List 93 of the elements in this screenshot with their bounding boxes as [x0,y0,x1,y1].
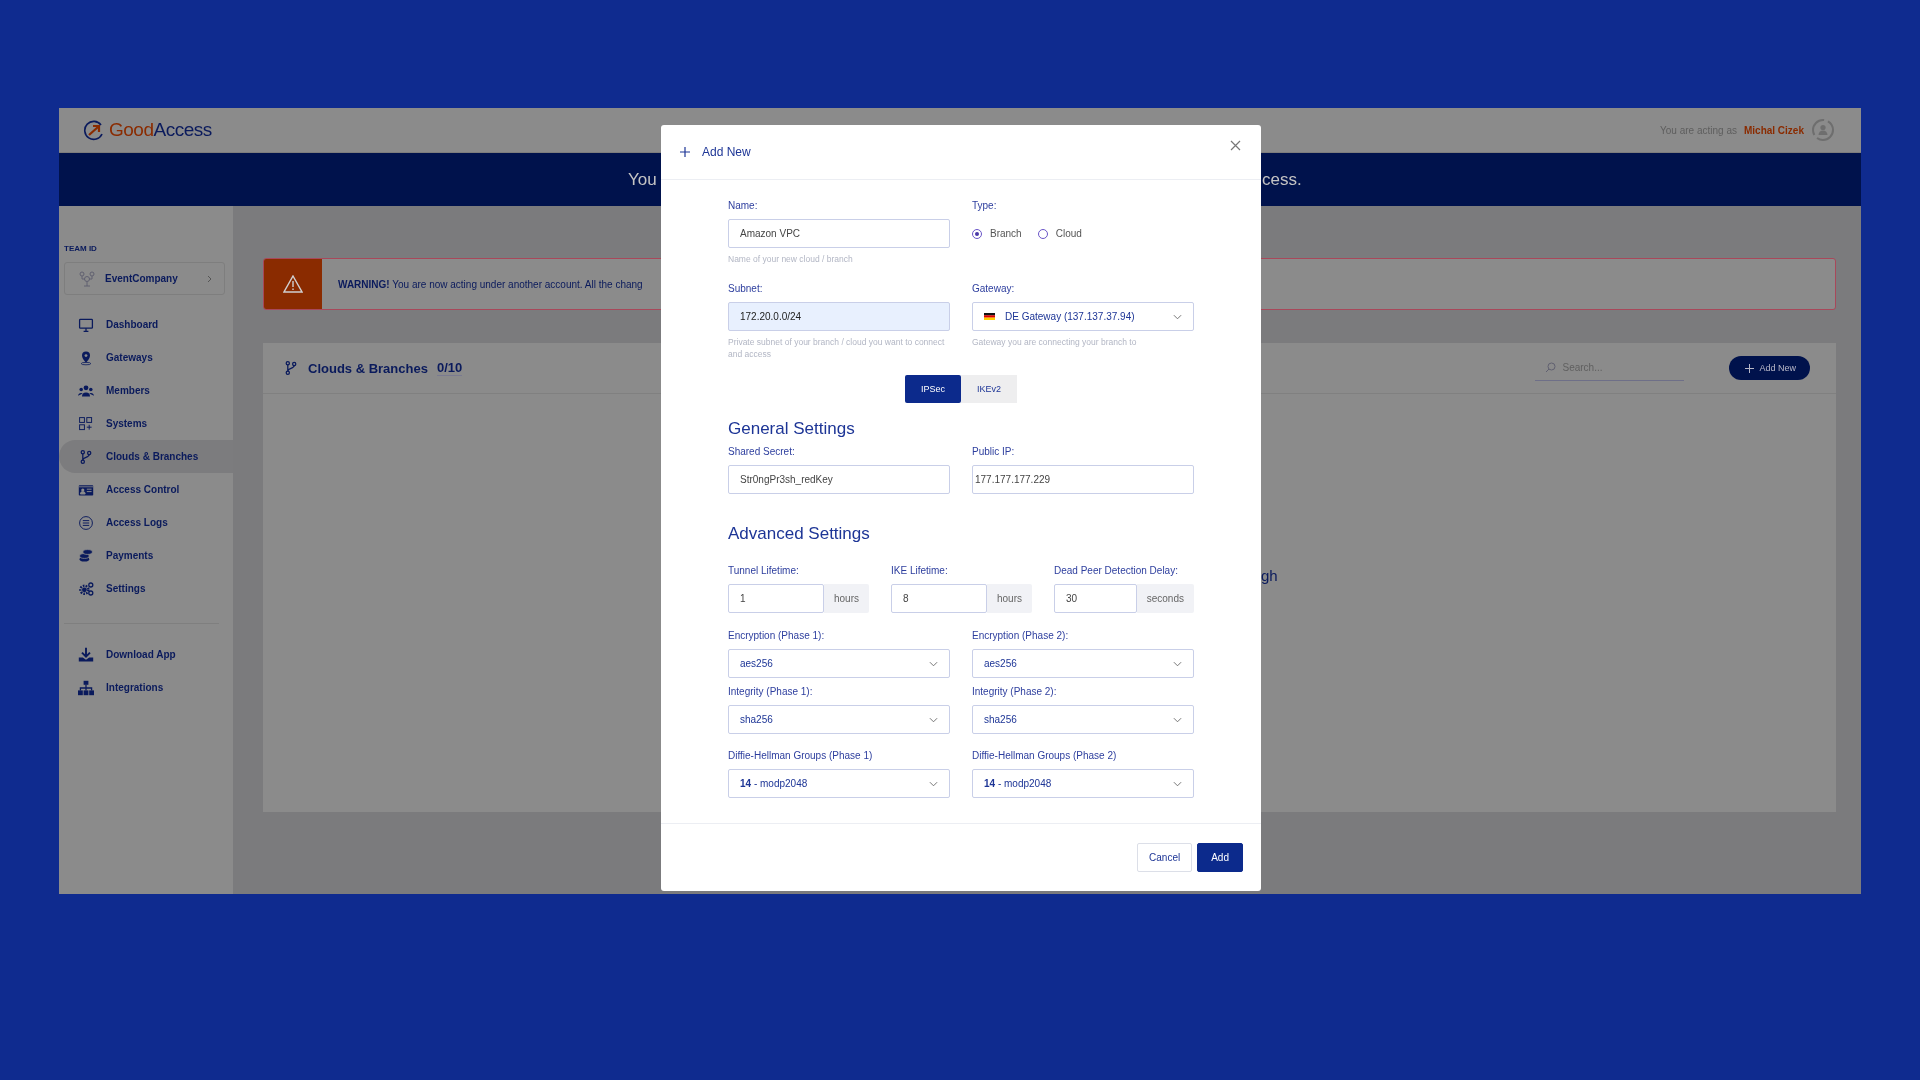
field-label: Type: [972,199,998,213]
radio-option[interactable]: Cloud [1037,228,1082,239]
field-label: Shared Secret: [728,445,796,459]
input-field[interactable]: Str0ngPr3sh_redKey [728,465,950,494]
plus-icon [680,147,690,157]
gears-icon [78,580,94,597]
sidebar-item[interactable]: Members [59,374,233,407]
sidebar-item[interactable]: Settings [59,572,233,605]
field-label: Diffie-Hellman Groups (Phase 1) [728,749,874,763]
grid-icon [78,415,94,432]
plus-icon [1745,363,1755,373]
field-label: Dead Peer Detection Delay: [1054,564,1179,578]
field-label: Subnet: [728,282,764,296]
sidebar-item[interactable]: Clouds & Branches [59,440,233,473]
chevron-icon [1173,716,1182,723]
input-field[interactable]: 8 [891,584,987,613]
banner-text: You [628,169,658,190]
dialog-title: Add New [702,145,751,159]
field-label: Encryption (Phase 1): [728,629,826,643]
select-field[interactable]: aes256 [972,649,1194,678]
branch-icon [283,360,299,376]
field-label: Name: [728,199,759,213]
radio-option[interactable]: Branch [972,228,1022,239]
branch-icon [78,448,94,465]
logo-icon [83,119,105,141]
team-selector[interactable]: EventCompany [64,262,225,295]
chevron-icon [929,716,938,723]
cancel-button[interactable]: Cancel [1137,843,1193,872]
section-label: TEAM ID [64,244,98,253]
input-field[interactable]: 30 [1054,584,1137,613]
select-field[interactable]: sha256 [728,705,950,734]
coins-icon [78,547,94,564]
chevron-icon [1173,780,1182,787]
team-icon [79,270,95,287]
section-heading: General Settings [728,418,856,440]
field-hint: Private subnet of your branch / cloud you want to connect and access [728,336,946,360]
protocol-tab[interactable]: IPSec [905,375,961,403]
chevron-icon [929,660,938,667]
chevron-icon [1173,313,1182,320]
unit-addon: hours [824,584,869,613]
select-field[interactable]: 14 - modp2048 [728,769,950,798]
map-pin-icon [78,349,94,366]
acting-user: Michal Cizek [1743,124,1804,136]
hierarchy-icon [78,679,94,696]
banner-text: cess. [1262,169,1303,190]
sidebar-item[interactable]: Download App [59,638,233,671]
field-hint: Name of your new cloud / branch [728,253,854,265]
sidebar-item[interactable]: Dashboard [59,308,233,341]
warning-icon [283,275,303,293]
monitor-icon [78,316,94,333]
sidebar-item[interactable]: Payments [59,539,233,572]
input-field[interactable]: Amazon VPC [728,219,950,248]
field-label: IKE Lifetime: [891,564,949,578]
add-button[interactable]: Add [1197,843,1243,872]
warning-text: WARNING! You are now acting under another account. All the chang [338,278,643,290]
field-label: Public IP: [972,445,1016,459]
search-icon [1545,362,1557,373]
empty-state-text: gh [1261,567,1278,584]
sidebar-item[interactable]: Systems [59,407,233,440]
download-icon [78,646,94,663]
select-field[interactable]: 14 - modp2048 [972,769,1194,798]
field-label: Tunnel Lifetime: [728,564,800,578]
select-field[interactable]: aes256 [728,649,950,678]
chevron-icon [207,274,212,283]
input-field[interactable]: 172.20.0.0/24 [728,302,950,331]
sidebar-item[interactable]: Integrations [59,671,233,704]
field-label: Encryption (Phase 2): [972,629,1070,643]
card-title: Clouds & Branches [308,360,428,376]
field-label: Integrity (Phase 2): [972,685,1058,699]
list-icon [78,514,94,531]
field-hint: Gateway you are connecting your branch to [972,336,1138,348]
input-field[interactable]: 1 [728,584,824,613]
user-switch-icon[interactable] [1811,118,1835,142]
add-new-button[interactable]: Add New [1729,356,1810,380]
unit-addon: hours [987,584,1032,613]
chevron-icon [929,780,938,787]
section-heading: Advanced Settings [728,523,871,545]
item-count: 0/10 [436,360,463,376]
chevron-icon [1173,660,1182,667]
field-label: Gateway: [972,282,1016,296]
field-label: Integrity (Phase 1): [728,685,814,699]
field-label: Diffie-Hellman Groups (Phase 2) [972,749,1118,763]
sidebar-item[interactable]: Access Logs [59,506,233,539]
sidebar-item[interactable]: Access Control [59,473,233,506]
flag-icon [984,313,995,320]
select-field[interactable]: sha256 [972,705,1194,734]
protocol-tab[interactable]: IKEv2 [961,375,1017,403]
sidebar-item[interactable]: Gateways [59,341,233,374]
gateway-select[interactable]: DE Gateway (137.137.37.94) [972,302,1194,331]
close-icon[interactable] [1230,139,1241,150]
unit-addon: seconds [1136,584,1194,613]
logo-text: GoodAccess [109,119,212,141]
input-field[interactable]: 177.177.177.229 [972,465,1194,494]
